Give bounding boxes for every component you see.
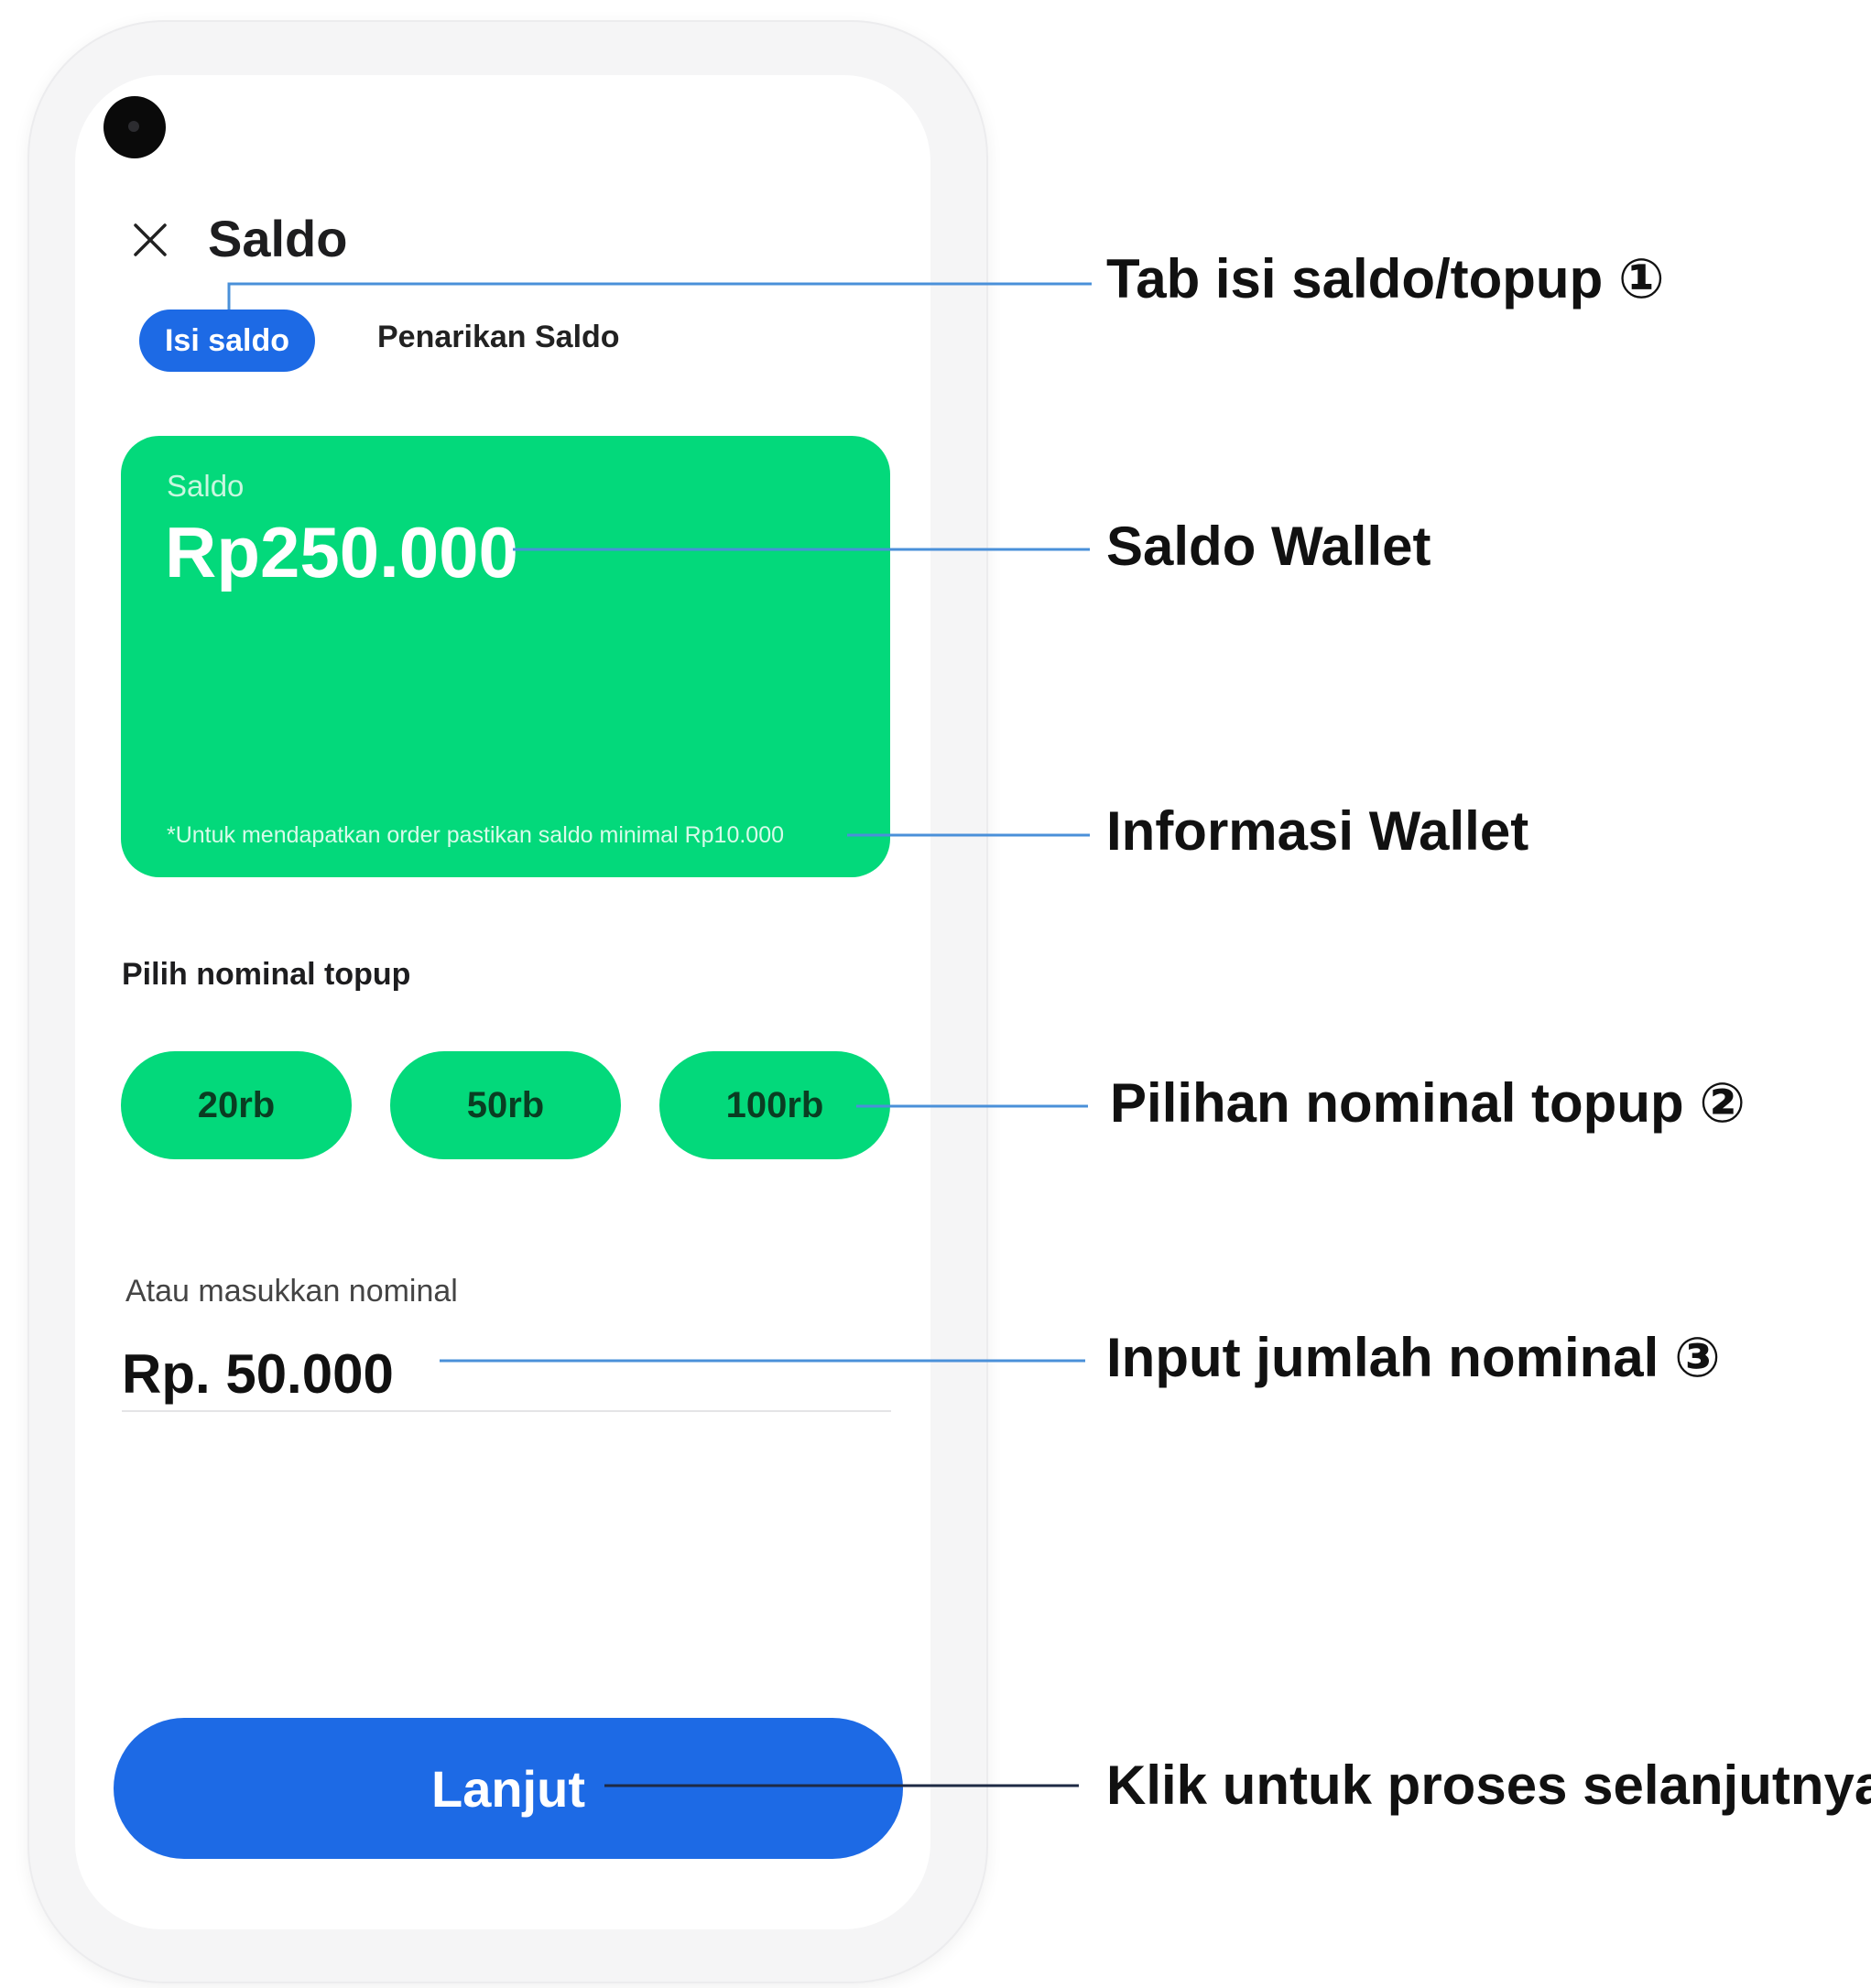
topup-option-20rb[interactable]: 20rb	[121, 1051, 352, 1159]
amount-input[interactable]	[122, 1337, 580, 1410]
wallet-label: Saldo	[167, 469, 245, 503]
callout-input: Input jumlah nominal ③	[1106, 1327, 1721, 1388]
close-icon[interactable]	[128, 218, 172, 262]
topup-section-label: Pilih nominal topup	[122, 957, 411, 992]
next-button[interactable]: Lanjut	[114, 1718, 903, 1859]
callout-wallet: Saldo Wallet	[1106, 516, 1431, 577]
tab-penarikan-saldo[interactable]: Penarikan Saldo	[377, 320, 620, 355]
callout-next: Klik untuk proses selanjutnya	[1106, 1754, 1871, 1816]
topup-option-100rb[interactable]: 100rb	[659, 1051, 890, 1159]
tab-isi-saldo[interactable]: Isi saldo	[139, 310, 315, 372]
callout-options: Pilihan nominal topup ②	[1110, 1072, 1746, 1134]
camera-icon	[103, 96, 166, 158]
wallet-info: *Untuk mendapatkan order pastikan saldo …	[167, 822, 784, 848]
callout-info: Informasi Wallet	[1106, 800, 1529, 862]
callout-tab: Tab isi saldo/topup ①	[1106, 248, 1665, 310]
input-underline	[122, 1410, 891, 1412]
topup-option-50rb[interactable]: 50rb	[390, 1051, 621, 1159]
amount-input-label: Atau masukkan nominal	[125, 1274, 458, 1309]
page-title: Saldo	[208, 210, 348, 267]
wallet-balance: Rp250.000	[165, 512, 518, 592]
